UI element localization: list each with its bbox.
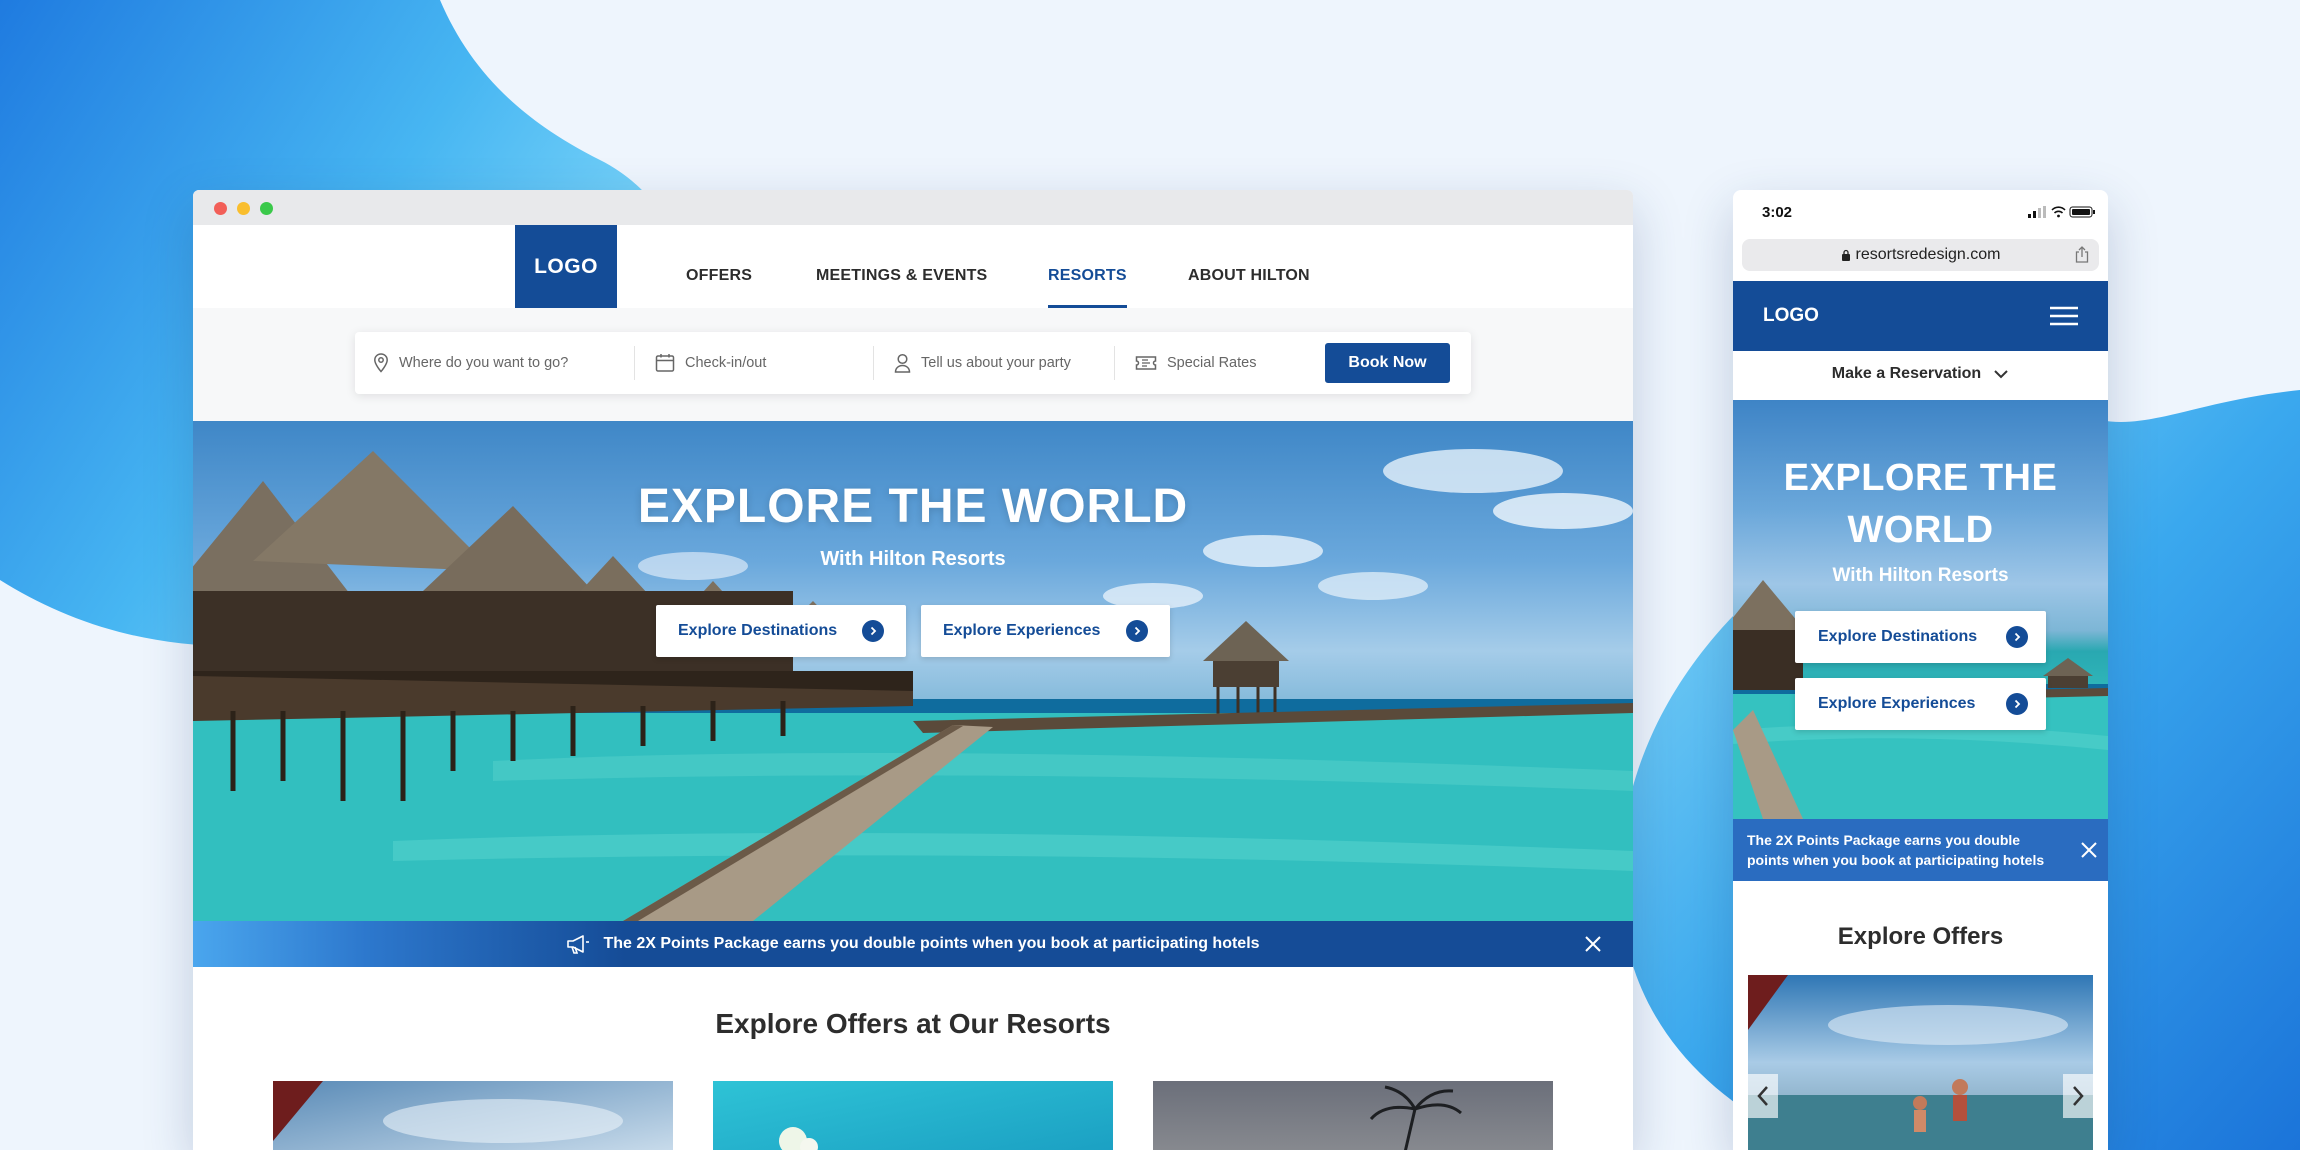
mobile-device: 3:02 resortsredesign.com LOGO Make a Res… bbox=[1733, 190, 2108, 1150]
destination-field[interactable]: Where do you want to go? bbox=[373, 332, 568, 394]
hamburger-menu-icon[interactable] bbox=[2050, 306, 2078, 326]
check-in-out-field[interactable]: Check-in/out bbox=[655, 332, 766, 394]
carousel-next-button[interactable] bbox=[2063, 1074, 2093, 1118]
promo-text: The 2X Points Package earns you double p… bbox=[603, 935, 1260, 952]
nav-item-offers[interactable]: OFFERS bbox=[686, 225, 752, 308]
offers-section-title: Explore Offers at Our Resorts bbox=[715, 1008, 1111, 1039]
booking-search-band: Where do you want to go? Check-in/out Te… bbox=[193, 308, 1633, 421]
special-rates-field[interactable]: Special Rates bbox=[1135, 332, 1256, 394]
party-placeholder: Tell us about your party bbox=[921, 355, 1071, 371]
close-icon[interactable] bbox=[2080, 841, 2098, 859]
booking-search-bar: Where do you want to go? Check-in/out Te… bbox=[355, 332, 1471, 394]
window-close-dot[interactable] bbox=[214, 202, 227, 215]
explore-destinations-label: Explore Destinations bbox=[678, 622, 838, 639]
status-icons bbox=[2028, 206, 2095, 218]
offer-card-image[interactable] bbox=[273, 1081, 673, 1150]
make-reservation-label: Make a Reservation bbox=[1831, 364, 1982, 382]
chevron-right-icon bbox=[862, 620, 884, 642]
search-divider bbox=[634, 346, 635, 380]
search-divider bbox=[873, 346, 874, 380]
chevron-left-icon bbox=[1757, 1086, 1768, 1106]
offer-card-image[interactable] bbox=[713, 1081, 1113, 1150]
megaphone-icon bbox=[567, 935, 590, 954]
check-in-out-placeholder: Check-in/out bbox=[685, 355, 767, 371]
main-navigation: LOGO OFFERS MEETINGS & EVENTS RESORTS AB… bbox=[193, 225, 1633, 308]
book-now-button[interactable]: Book Now bbox=[1325, 343, 1450, 383]
make-reservation-toggle[interactable]: Make a Reservation bbox=[1733, 351, 2108, 396]
mobile-offers-title: Explore Offers bbox=[1837, 923, 2004, 950]
person-icon bbox=[894, 353, 911, 373]
mobile-logo[interactable]: LOGO bbox=[1763, 305, 1819, 327]
chevron-right-icon bbox=[2006, 626, 2028, 648]
explore-experiences-button[interactable]: Explore Experiences bbox=[921, 605, 1170, 657]
nav-item-resorts[interactable]: RESORTS bbox=[1048, 225, 1127, 308]
special-rates-label: Special Rates bbox=[1167, 355, 1257, 371]
status-time: 3:02 bbox=[1762, 204, 1793, 221]
explore-experiences-label: Explore Experiences bbox=[943, 622, 1101, 639]
lock-icon bbox=[1841, 249, 1850, 261]
chevron-right-icon bbox=[2006, 693, 2028, 715]
window-minimize-dot[interactable] bbox=[237, 202, 250, 215]
url-text: resortsredesign.com bbox=[1855, 246, 2001, 263]
location-pin-icon bbox=[374, 353, 388, 373]
chevron-down-icon bbox=[1994, 369, 2008, 378]
mobile-offer-carousel-image[interactable] bbox=[1748, 975, 2093, 1150]
browser-titlebar bbox=[193, 190, 1633, 225]
nav-item-about-hilton[interactable]: ABOUT HILTON bbox=[1188, 225, 1310, 308]
window-maximize-dot[interactable] bbox=[260, 202, 273, 215]
status-bar: 3:02 bbox=[1733, 190, 2108, 235]
close-icon[interactable] bbox=[1583, 934, 1603, 954]
mobile-explore-destinations-label: Explore Destinations bbox=[1818, 628, 1978, 645]
promo-banner: The 2X Points Package earns you double p… bbox=[193, 921, 1633, 967]
mobile-explore-experiences-label: Explore Experiences bbox=[1818, 695, 1976, 712]
share-icon[interactable] bbox=[2075, 246, 2089, 263]
ticket-icon bbox=[1135, 356, 1157, 370]
mobile-hero-subtitle: With Hilton Resorts bbox=[1832, 565, 2009, 586]
hero-title: EXPLORE THE WORLD bbox=[637, 480, 1189, 533]
search-divider bbox=[1114, 346, 1115, 380]
url-bar[interactable]: resortsredesign.com bbox=[1742, 239, 2099, 271]
carousel-previous-button[interactable] bbox=[1748, 1074, 1778, 1118]
mobile-hero-title: EXPLORE THE WORLD bbox=[1783, 457, 2058, 551]
mobile-hero-banner: EXPLORE THE WORLD With Hilton Resorts Ex… bbox=[1733, 400, 2108, 819]
nav-item-meetings-events[interactable]: MEETINGS & EVENTS bbox=[816, 225, 987, 308]
mobile-promo-text: The 2X Points Package earns you double p… bbox=[1747, 832, 2045, 868]
chevron-right-icon bbox=[2073, 1086, 2084, 1106]
site-logo[interactable]: LOGO bbox=[515, 225, 617, 308]
desktop-browser-window: LOGO OFFERS MEETINGS & EVENTS RESORTS AB… bbox=[193, 190, 1633, 1150]
hero-banner: EXPLORE THE WORLD With Hilton Resorts Ex… bbox=[193, 421, 1633, 921]
mobile-promo-banner: The 2X Points Package earns you double p… bbox=[1733, 819, 2108, 881]
mobile-navbar: LOGO bbox=[1733, 281, 2108, 351]
offer-card-image[interactable] bbox=[1153, 1081, 1553, 1150]
hero-subtitle: With Hilton Resorts bbox=[820, 548, 1006, 570]
party-field[interactable]: Tell us about your party bbox=[894, 332, 1071, 394]
mobile-explore-experiences-button[interactable]: Explore Experiences bbox=[1795, 678, 2046, 730]
chevron-right-icon bbox=[1126, 620, 1148, 642]
destination-placeholder: Where do you want to go? bbox=[399, 355, 569, 371]
explore-destinations-button[interactable]: Explore Destinations bbox=[656, 605, 906, 657]
mobile-explore-destinations-button[interactable]: Explore Destinations bbox=[1795, 611, 2046, 663]
calendar-icon bbox=[655, 354, 675, 372]
